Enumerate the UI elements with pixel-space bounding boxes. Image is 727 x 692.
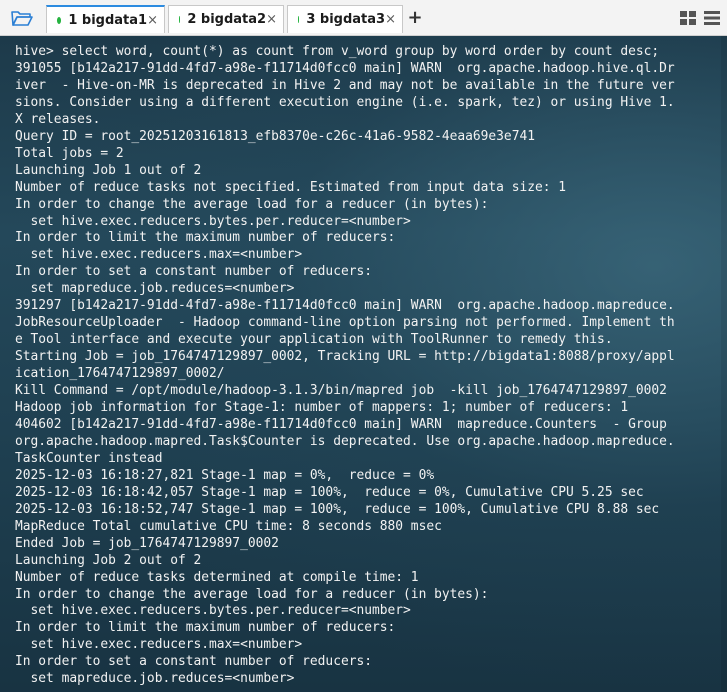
terminal-line: Launching Job 2 out of 2 <box>15 552 202 568</box>
terminal-line: org.apache.hadoop.mapred.Task$Counter is… <box>15 433 675 449</box>
terminal-line: set hive.exec.reducers.max=<number> <box>15 247 303 263</box>
terminal-line: 2025-12-03 16:18:42,057 Stage-1 map = 10… <box>15 484 644 500</box>
terminal-line: TaskCounter instead <box>15 450 163 466</box>
terminal-line: 404602 [b142a217-91dd-4fd7-a98e-f11714d0… <box>15 416 667 432</box>
tab-label: 3 bigdata3 <box>306 12 386 27</box>
terminal-line: sions. Consider using a different execut… <box>15 94 675 110</box>
tab-bigdata1[interactable]: 1 bigdata1 × <box>46 5 165 33</box>
terminal-line: Hadoop job information for Stage-1: numb… <box>15 400 629 416</box>
terminal-line: In order to change the average load for … <box>15 586 489 602</box>
terminal-line: Launching Job 1 out of 2 <box>15 162 202 178</box>
terminal-line: 391297 [b142a217-91dd-4fd7-a98e-f11714d0… <box>15 298 675 314</box>
terminal-output: hive> select word, count(*) as count fro… <box>15 44 705 688</box>
menu-icon[interactable] <box>704 10 720 25</box>
terminal-line: In order to set a constant number of red… <box>15 264 372 280</box>
close-icon[interactable]: × <box>266 12 277 27</box>
terminal-line: 2025-12-03 16:18:27,821 Stage-1 map = 0%… <box>15 467 435 483</box>
scrollbar[interactable] <box>721 36 727 692</box>
terminal-line: set mapreduce.job.reduces=<number> <box>15 281 295 297</box>
terminal-line: set mapreduce.job.reduces=<number> <box>15 671 295 687</box>
terminal-panel[interactable]: hive> select word, count(*) as count fro… <box>0 36 727 692</box>
folder-open-icon[interactable] <box>9 7 35 29</box>
tab-label: 1 bigdata1 <box>68 12 148 28</box>
terminal-line: Number of reduce tasks determined at com… <box>15 569 419 585</box>
terminal-line: set hive.exec.reducers.max=<number> <box>15 637 303 653</box>
tab-label: 2 bigdata2 <box>187 12 267 27</box>
terminal-line: X releases. <box>15 111 101 127</box>
connected-status-icon <box>57 16 62 24</box>
terminal-line: e Tool interface and execute your applic… <box>15 332 613 348</box>
terminal-line: set hive.exec.reducers.bytes.per.reducer… <box>15 213 411 229</box>
terminal-line: In order to limit the maximum number of … <box>15 230 396 246</box>
terminal-line: 391055 [b142a217-91dd-4fd7-a98e-f11714d0… <box>15 60 675 76</box>
tab-bar: 1 bigdata1 × 2 bigdata2 × 3 bigdata3 × + <box>0 0 727 36</box>
terminal-line: In order to limit the maximum number of … <box>15 620 396 636</box>
new-tab-button[interactable]: + <box>405 6 425 30</box>
terminal-line: Total jobs = 2 <box>15 145 124 161</box>
terminal-line: hive> select word, count(*) as count fro… <box>15 44 660 59</box>
grid-view-icon[interactable] <box>680 10 696 25</box>
close-icon[interactable]: × <box>147 13 158 28</box>
terminal-line: Ended Job = job_1764747129897_0002 <box>15 535 279 551</box>
terminal-line: Query ID = root_20251203161813_efb8370e-… <box>15 128 535 144</box>
terminal-line: Number of reduce tasks not specified. Es… <box>15 179 567 195</box>
terminal-line: JobResourceUploader - Hadoop command-lin… <box>15 315 675 331</box>
terminal-line: set hive.exec.reducers.bytes.per.reducer… <box>15 603 411 619</box>
terminal-line: Kill Command = /opt/module/hadoop-3.1.3/… <box>15 383 667 399</box>
connected-status-icon <box>179 16 181 23</box>
terminal-line: 2025-12-03 16:18:52,747 Stage-1 map = 10… <box>15 501 660 517</box>
terminal-line: iver - Hive-on-MR is deprecated in Hive … <box>15 77 675 93</box>
terminal-line: MapReduce Total cumulative CPU time: 8 s… <box>15 518 442 534</box>
connected-status-icon <box>298 16 300 23</box>
terminal-line: In order to set a constant number of red… <box>15 654 372 670</box>
terminal-line: ication_1764747129897_0002/ <box>15 366 225 382</box>
close-icon[interactable]: × <box>385 12 396 27</box>
tab-bigdata2[interactable]: 2 bigdata2 × <box>168 5 284 33</box>
tab-bigdata3[interactable]: 3 bigdata3 × <box>287 5 403 33</box>
terminal-line: Starting Job = job_1764747129897_0002, T… <box>15 349 675 365</box>
terminal-line: In order to change the average load for … <box>15 196 489 212</box>
